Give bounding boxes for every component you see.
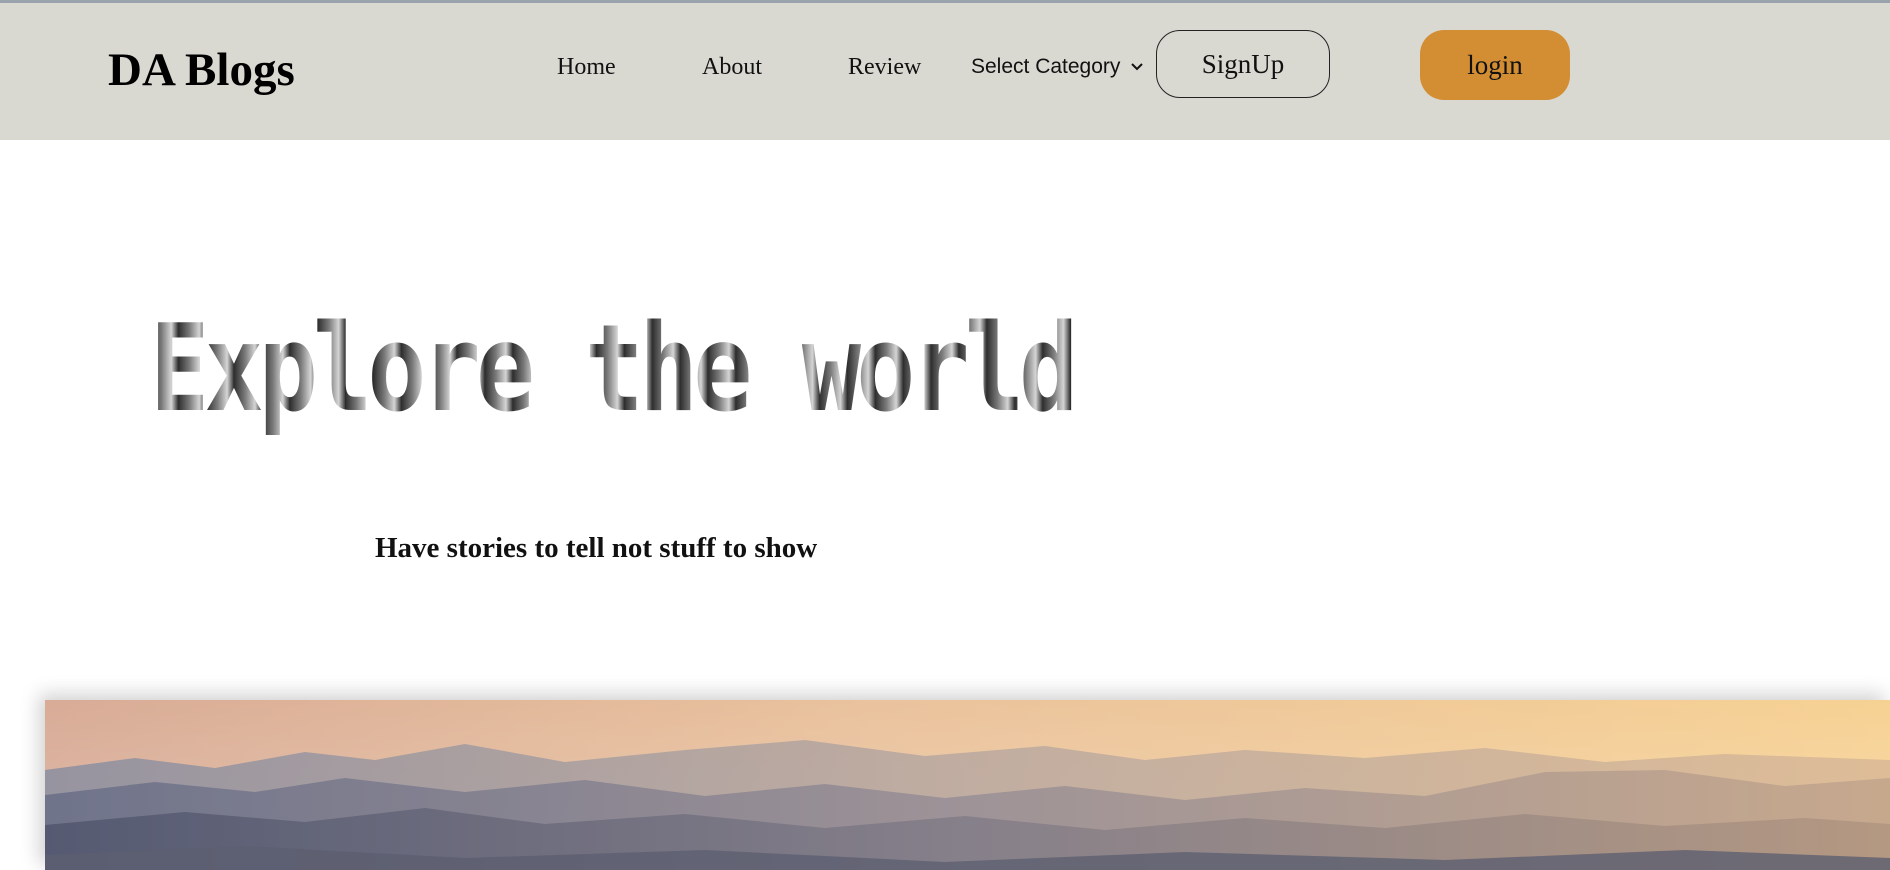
select-category-label: Select Category	[971, 55, 1121, 78]
nav-link-review[interactable]: Review	[848, 52, 921, 82]
select-category-dropdown[interactable]: Select Category	[971, 53, 1144, 81]
signup-button[interactable]: SignUp	[1156, 30, 1330, 98]
chevron-down-icon	[1131, 63, 1144, 71]
nav-link-about[interactable]: About	[702, 52, 762, 82]
site-logo-title[interactable]: DA Blogs	[108, 42, 295, 98]
hero-mountain-image	[45, 700, 1890, 870]
hero-title: Explore the world	[150, 300, 1078, 439]
login-button[interactable]: login	[1420, 30, 1570, 100]
nav-link-home[interactable]: Home	[557, 52, 616, 82]
mountain-landscape-illustration	[45, 700, 1890, 870]
hero-tagline: Have stories to tell not stuff to show	[375, 532, 818, 564]
top-navbar: DA Blogs Home About Review Select Catego…	[0, 3, 1890, 140]
